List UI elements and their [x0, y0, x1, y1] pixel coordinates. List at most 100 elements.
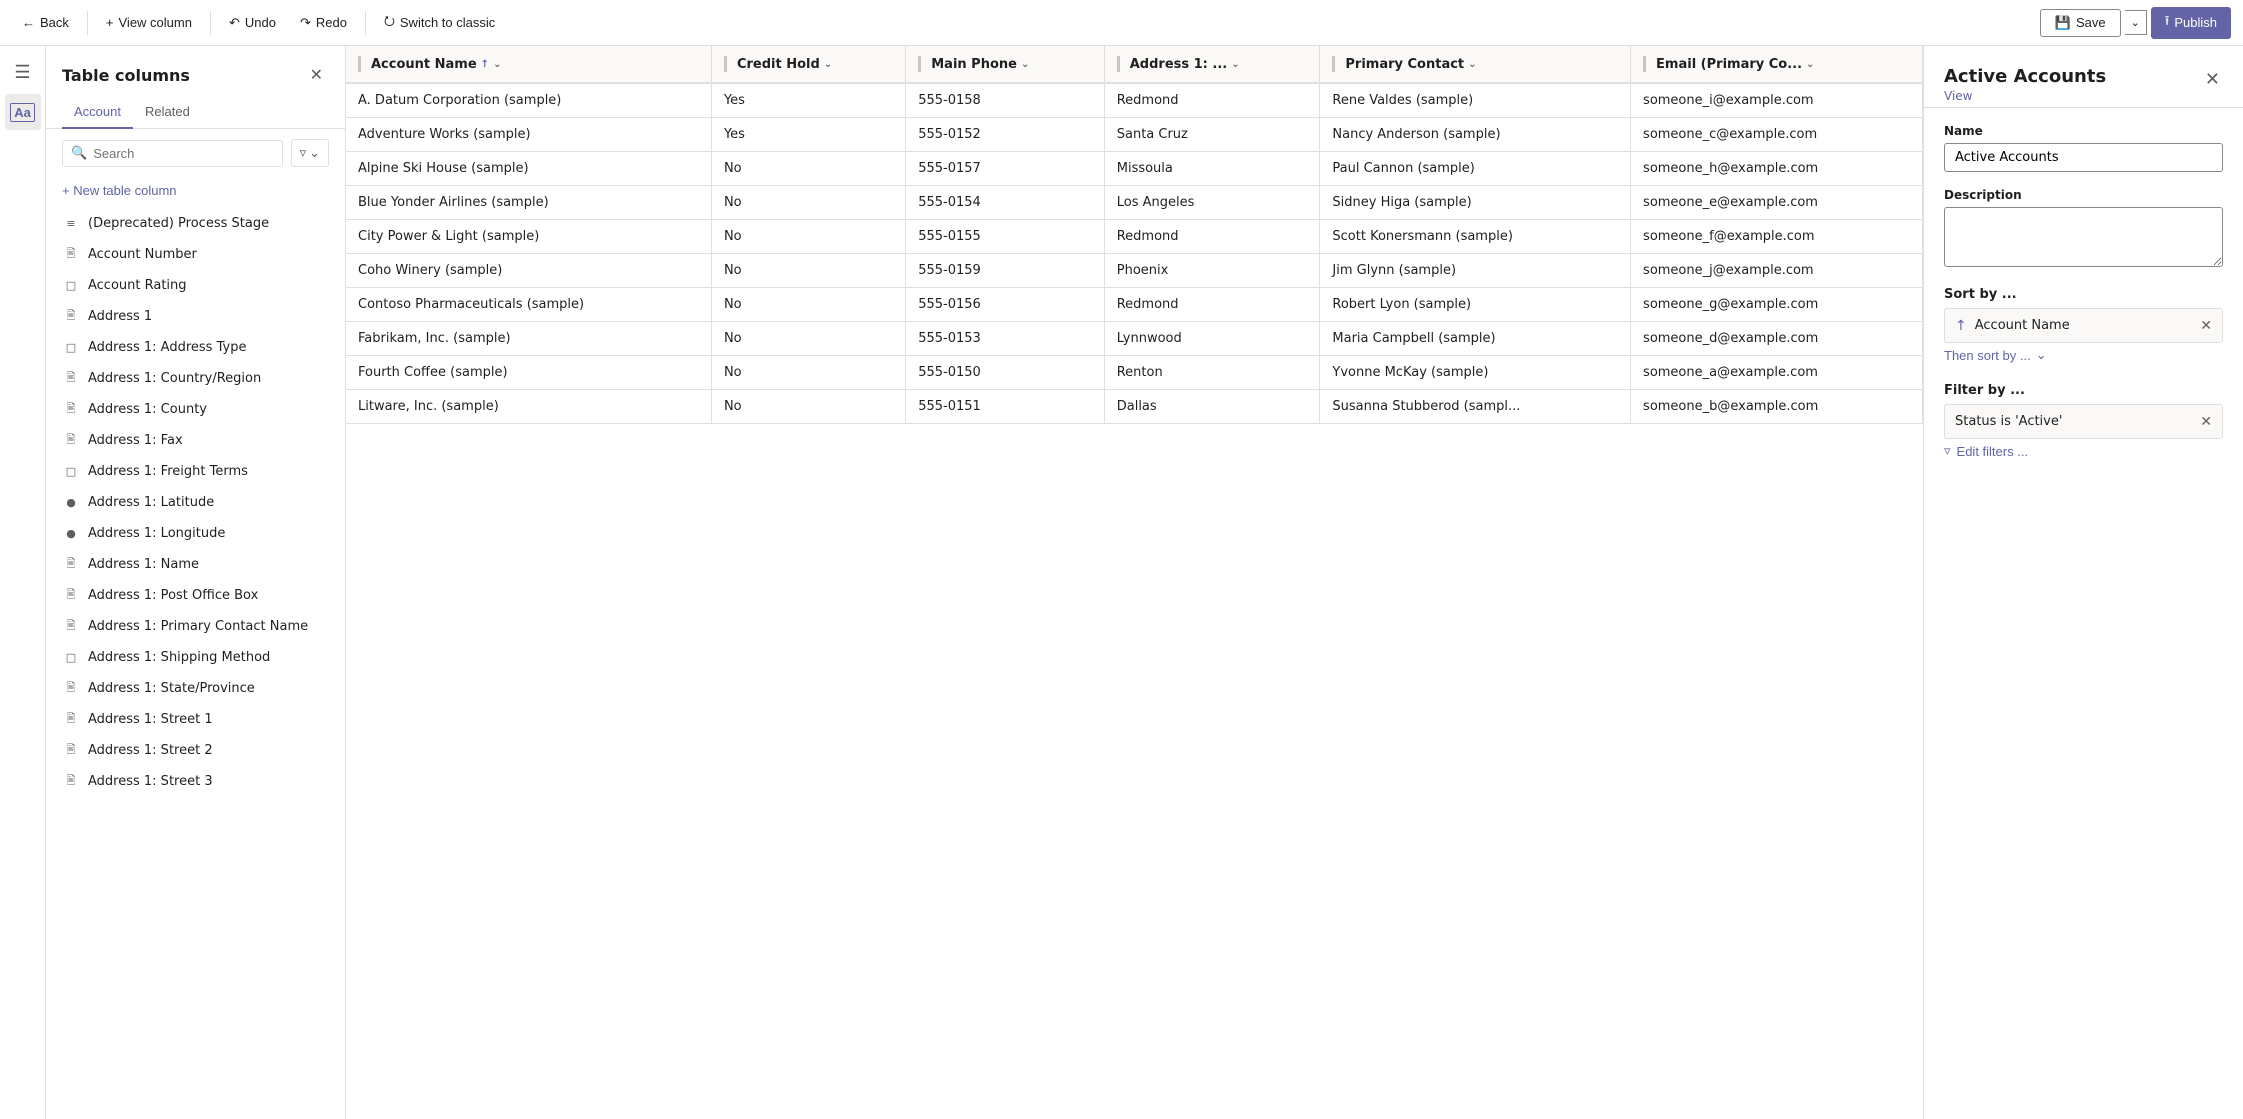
tab-account[interactable]: Account: [62, 96, 133, 129]
table-cell: 555-0151: [906, 390, 1105, 424]
column-type-icon: □: [62, 465, 80, 479]
table-row[interactable]: Fourth Coffee (sample)No555-0150RentonYv…: [346, 356, 1923, 390]
grid-column-header[interactable]: Main Phone ⌄: [906, 46, 1105, 83]
table-cell: someone_c@example.com: [1631, 118, 1923, 152]
column-caret-icon[interactable]: ⌄: [1468, 59, 1476, 70]
table-row[interactable]: Coho Winery (sample)No555-0159PhoenixJim…: [346, 254, 1923, 288]
table-cell: No: [711, 254, 905, 288]
table-cell: A. Datum Corporation (sample): [346, 83, 711, 118]
table-cell: Redmond: [1104, 220, 1320, 254]
list-item[interactable]: 🖹Address 1: Country/Region: [46, 363, 345, 394]
column-header-label: Email (Primary Co...: [1656, 57, 1802, 72]
column-caret-icon[interactable]: ⌄: [1021, 59, 1029, 70]
grid-column-header[interactable]: Address 1: ... ⌄: [1104, 46, 1320, 83]
column-caret-icon[interactable]: ⌄: [1806, 59, 1814, 70]
search-input[interactable]: [93, 146, 273, 161]
list-item[interactable]: 🖹Address 1: Street 3: [46, 766, 345, 797]
table-cell: 555-0157: [906, 152, 1105, 186]
list-item[interactable]: 🖹Address 1: Primary Contact Name: [46, 611, 345, 642]
publish-button[interactable]: ⭱ Publish: [2151, 7, 2231, 39]
list-item[interactable]: □Address 1: Address Type: [46, 332, 345, 363]
table-row[interactable]: Litware, Inc. (sample)No555-0151DallasSu…: [346, 390, 1923, 424]
list-item[interactable]: ●Address 1: Longitude: [46, 518, 345, 549]
table-cell: Yes: [711, 83, 905, 118]
panel-header: Table columns ✕: [46, 46, 345, 96]
right-panel-close-button[interactable]: ✕: [2202, 66, 2223, 93]
list-item[interactable]: 🖹Address 1: State/Province: [46, 673, 345, 704]
name-field-input[interactable]: [1944, 143, 2223, 172]
list-item[interactable]: 🖹Address 1: Post Office Box: [46, 580, 345, 611]
column-caret-icon[interactable]: ⌄: [493, 59, 501, 70]
list-item[interactable]: □Address 1: Shipping Method: [46, 642, 345, 673]
right-panel-body: Name Description Sort by ... ↑ Account N…: [1924, 108, 2243, 479]
description-field-textarea[interactable]: [1944, 207, 2223, 267]
list-item[interactable]: 🖹Account Number: [46, 239, 345, 270]
column-type-icon: 🖹: [62, 558, 80, 572]
list-item[interactable]: □Account Rating: [46, 270, 345, 301]
grid-column-header[interactable]: Primary Contact ⌄: [1320, 46, 1631, 83]
panel-close-button[interactable]: ✕: [304, 62, 329, 88]
view-column-button[interactable]: + View column: [96, 10, 202, 35]
list-item[interactable]: 🖹Address 1: Name: [46, 549, 345, 580]
filter-button[interactable]: ▿ ⌄: [291, 139, 329, 167]
list-item[interactable]: □Address 1: Freight Terms: [46, 456, 345, 487]
back-button[interactable]: ← Back: [12, 10, 79, 35]
menu-icon-button[interactable]: ☰: [5, 54, 41, 90]
table-cell: No: [711, 390, 905, 424]
table-row[interactable]: Contoso Pharmaceuticals (sample)No555-01…: [346, 288, 1923, 322]
table-cell: Yvonne McKay (sample): [1320, 356, 1631, 390]
list-item[interactable]: 🖹Address 1: Fax: [46, 425, 345, 456]
table-cell: someone_h@example.com: [1631, 152, 1923, 186]
search-input-wrap: 🔍: [62, 140, 283, 167]
grid-column-header[interactable]: Account Name ↑ ⌄: [346, 46, 711, 83]
save-chevron-button[interactable]: ⌄: [2125, 10, 2147, 35]
new-column-button[interactable]: + New table column: [46, 177, 345, 204]
table-row[interactable]: Blue Yonder Airlines (sample)No555-0154L…: [346, 186, 1923, 220]
table-row[interactable]: Fabrikam, Inc. (sample)No555-0153Lynnwoo…: [346, 322, 1923, 356]
list-item[interactable]: 🖹Address 1: Street 1: [46, 704, 345, 735]
table-row[interactable]: Adventure Works (sample)Yes555-0152Santa…: [346, 118, 1923, 152]
column-header-label: Account Name: [371, 57, 477, 72]
table-row[interactable]: City Power & Light (sample)No555-0155Red…: [346, 220, 1923, 254]
column-caret-icon[interactable]: ⌄: [1231, 59, 1239, 70]
column-type-icon: ≡: [62, 217, 80, 231]
data-grid[interactable]: Account Name ↑ ⌄Credit Hold ⌄Main Phone …: [346, 46, 1923, 1119]
right-panel-subtitle: View: [1944, 89, 2106, 103]
text-icon-button[interactable]: Aa: [5, 94, 41, 130]
column-item-label: Account Number: [88, 247, 197, 262]
table-row[interactable]: A. Datum Corporation (sample)Yes555-0158…: [346, 83, 1923, 118]
save-label: Save: [2076, 15, 2106, 30]
list-item[interactable]: 🖹Address 1: Street 2: [46, 735, 345, 766]
then-sort-button[interactable]: Then sort by ... ⌄: [1944, 343, 2047, 367]
sort-remove-button[interactable]: ✕: [2200, 317, 2212, 334]
table-cell: 555-0152: [906, 118, 1105, 152]
redo-button[interactable]: ↷ Redo: [290, 10, 357, 36]
table-row[interactable]: Alpine Ski House (sample)No555-0157Misso…: [346, 152, 1923, 186]
panel-title: Table columns: [62, 66, 190, 85]
table-cell: 555-0153: [906, 322, 1105, 356]
list-item[interactable]: 🖹Address 1: [46, 301, 345, 332]
undo-button[interactable]: ↶ Undo: [219, 10, 286, 36]
sort-remove-icon: ✕: [2200, 317, 2212, 333]
tab-related[interactable]: Related: [133, 96, 202, 129]
column-caret-icon[interactable]: ⌄: [824, 59, 832, 70]
icon-bar: ☰ Aa: [0, 46, 46, 1119]
column-divider: [1332, 56, 1335, 72]
table-cell: Blue Yonder Airlines (sample): [346, 186, 711, 220]
list-item[interactable]: 🖹Address 1: County: [46, 394, 345, 425]
grid-column-header[interactable]: Credit Hold ⌄: [711, 46, 905, 83]
table-cell: 555-0150: [906, 356, 1105, 390]
switch-classic-button[interactable]: ⭮ Switch to classic: [374, 7, 505, 39]
save-button[interactable]: 💾 Save: [2040, 9, 2121, 37]
table-cell: Susanna Stubberod (sampl...: [1320, 390, 1631, 424]
edit-filters-button[interactable]: ▿ Edit filters ...: [1944, 439, 2028, 463]
content-area: Account Name ↑ ⌄Credit Hold ⌄Main Phone …: [346, 46, 1923, 1119]
grid-body: A. Datum Corporation (sample)Yes555-0158…: [346, 83, 1923, 424]
filter-icon: ▿: [300, 145, 307, 161]
list-item[interactable]: ≡(Deprecated) Process Stage: [46, 208, 345, 239]
table-cell: 555-0159: [906, 254, 1105, 288]
filter-remove-button[interactable]: ✕: [2200, 413, 2212, 430]
column-type-icon: 🖹: [62, 682, 80, 696]
list-item[interactable]: ●Address 1: Latitude: [46, 487, 345, 518]
grid-column-header[interactable]: Email (Primary Co... ⌄: [1631, 46, 1923, 83]
